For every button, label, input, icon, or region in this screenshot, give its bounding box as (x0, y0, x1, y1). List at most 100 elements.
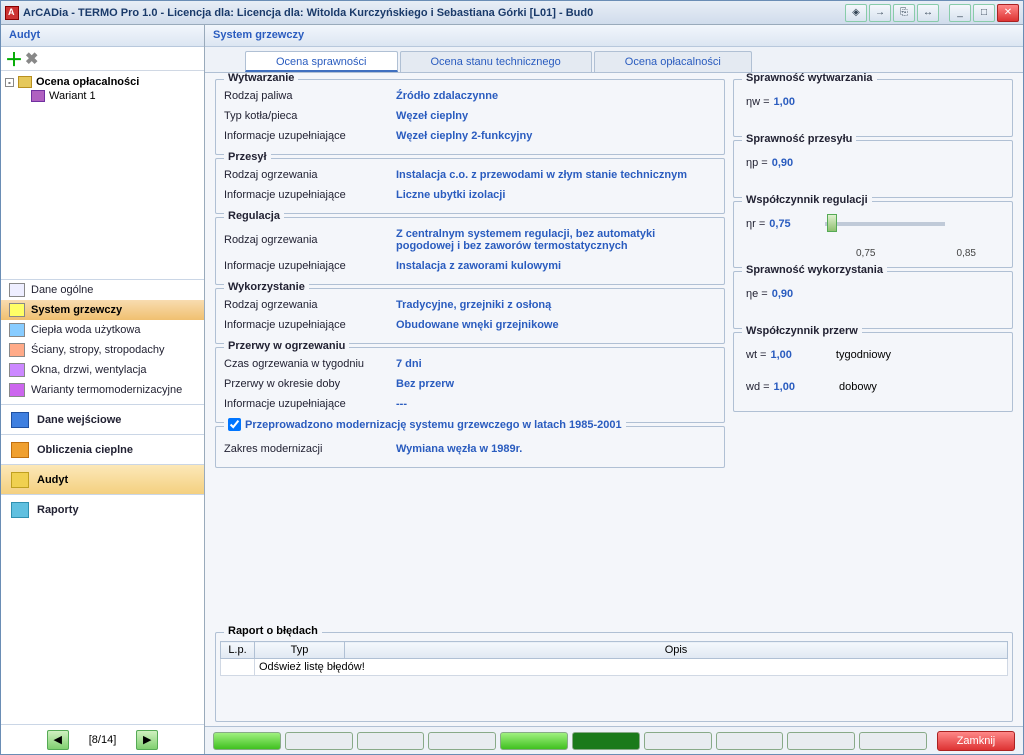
add-icon[interactable]: ＋ (5, 46, 23, 72)
val-przerwy-doba[interactable]: Bez przerw (396, 378, 716, 390)
status-seg-9[interactable] (787, 732, 855, 750)
right-header: System grzewczy (205, 25, 1023, 47)
val-rodzaj-paliwa[interactable]: Źródło zdalaczynne (396, 90, 716, 102)
group-eff-prz: Współczynnik przerw wt =1,00tygodniowy w… (733, 332, 1013, 412)
val-rodzaj-reg[interactable]: Z centralnym systemem regulacji, bez aut… (396, 228, 716, 252)
group-eff-wytw: Sprawność wytwarzania ηw =1,00 (733, 79, 1013, 137)
error-msg: Odśwież listę błędów! (255, 659, 1008, 676)
minimize-button[interactable]: _ (949, 4, 971, 22)
group-wytwarzanie: Wytwarzanie Rodzaj paliwaŹródło zdalaczy… (215, 79, 725, 155)
error-panel: Raport o błędach L.p. Typ Opis Odśwież l… (215, 632, 1013, 722)
val-info-wyk[interactable]: Obudowane wnęki grzejnikowe (396, 319, 716, 331)
nav-sciany[interactable]: Ściany, stropy, stropodachy (1, 340, 204, 360)
variant-icon (31, 90, 45, 102)
collapse-icon[interactable]: - (5, 78, 14, 87)
tab-ocena-stanu[interactable]: Ocena stanu technicznego (400, 51, 592, 72)
status-seg-2[interactable] (285, 732, 353, 750)
zamknij-button[interactable]: Zamknij (937, 731, 1015, 751)
legend-modern: Przeprowadzono modernizację systemu grze… (245, 419, 622, 431)
nav-warianty[interactable]: Warianty termomodernizacyjne (1, 380, 204, 400)
group-przerwy: Przerwy w ogrzewaniu Czas ogrzewania w t… (215, 347, 725, 423)
tree-root[interactable]: - Ocena opłacalności (5, 75, 200, 89)
left-panel: Audyt ＋ ✖ - Ocena opłacalności Wariant 1… (1, 25, 205, 754)
page-indicator: [8/14] (89, 734, 117, 746)
val-info-reg[interactable]: Instalacja z zaworami kulowymi (396, 260, 716, 272)
group-regulacja: Regulacja Rodzaj ogrzewaniaZ centralnym … (215, 217, 725, 285)
checkbox-modernizacja[interactable] (228, 418, 241, 431)
val-info-przesyl[interactable]: Liczne ubytki izolacji (396, 189, 716, 201)
tab-ocena-sprawnosci[interactable]: Ocena sprawności (245, 51, 398, 72)
maximize-button[interactable]: □ (973, 4, 995, 22)
val-eta-w[interactable]: 1,00 (774, 96, 795, 108)
val-wd[interactable]: 1,00 (774, 381, 795, 393)
titlebar-btn-4[interactable]: ↔ (917, 4, 939, 22)
col-lp[interactable]: L.p. (221, 642, 255, 659)
tree-item-wariant1[interactable]: Wariant 1 (5, 89, 200, 103)
nav-small-list: Dane ogólne System grzewczy Ciepła woda … (1, 279, 204, 400)
group-modernizacja: Przeprowadzono modernizację systemu grze… (215, 426, 725, 468)
val-czas-ogrz[interactable]: 7 dni (396, 358, 716, 370)
val-typ-kotla[interactable]: Węzeł cieplny (396, 110, 716, 122)
status-seg-6[interactable] (572, 732, 640, 750)
status-seg-4[interactable] (428, 732, 496, 750)
legend-wykorzystanie: Wykorzystanie (224, 281, 309, 293)
titlebar-btn-2[interactable]: → (869, 4, 891, 22)
status-seg-5[interactable] (500, 732, 568, 750)
status-seg-10[interactable] (859, 732, 927, 750)
titlebar-text: ArCADia - TERMO Pro 1.0 - Licencja dla: … (23, 7, 845, 19)
legend-wytwarzanie: Wytwarzanie (224, 73, 298, 84)
val-eta-p[interactable]: 0,90 (772, 157, 793, 169)
slider-eta-r[interactable] (825, 222, 945, 226)
titlebar: ArCADia - TERMO Pro 1.0 - Licencja dla: … (1, 1, 1023, 25)
tab-ocena-oplacalnosci[interactable]: Ocena opłacalności (594, 51, 752, 72)
tree-root-label: Ocena opłacalności (36, 76, 139, 88)
val-zakres-modern[interactable]: Wymiana węzła w 1989r. (396, 443, 716, 455)
legend-regulacja: Regulacja (224, 210, 284, 222)
slider-thumb[interactable] (827, 214, 837, 232)
delete-icon[interactable]: ✖ (25, 49, 38, 69)
val-rodzaj-przesyl[interactable]: Instalacja c.o. z przewodami w złym stan… (396, 169, 716, 181)
titlebar-buttons: ◈ → ⎘ ↔ _ □ ✕ (845, 4, 1019, 22)
titlebar-btn-3[interactable]: ⎘ (893, 4, 915, 22)
val-wt[interactable]: 1,00 (770, 349, 791, 361)
next-button[interactable]: ▶ (136, 730, 158, 750)
nav-audyt[interactable]: Audyt (1, 464, 204, 494)
app-window: ArCADia - TERMO Pro 1.0 - Licencja dla: … (0, 0, 1024, 755)
group-eff-reg: Współczynnik regulacji ηr =0,75 0,750,85 (733, 201, 1013, 268)
val-eta-e[interactable]: 0,90 (772, 288, 793, 300)
nav-raporty[interactable]: Raporty (1, 494, 204, 524)
nav-okna[interactable]: Okna, drzwi, wentylacja (1, 360, 204, 380)
nav-dane-wejsciowe[interactable]: Dane wejściowe (1, 404, 204, 434)
right-panel: System grzewczy Ocena sprawności Ocena s… (205, 25, 1023, 754)
titlebar-btn-1[interactable]: ◈ (845, 4, 867, 22)
status-seg-3[interactable] (357, 732, 425, 750)
nav-obliczenia[interactable]: Obliczenia cieplne (1, 434, 204, 464)
val-info-przerwy[interactable]: --- (396, 398, 716, 410)
val-eta-r[interactable]: 0,75 (769, 218, 790, 230)
nav-system-grzewczy[interactable]: System grzewczy (1, 300, 204, 320)
nav-dane-ogolne[interactable]: Dane ogólne (1, 280, 204, 300)
val-rodzaj-wyk[interactable]: Tradycyjne, grzejniki z osłoną (396, 299, 716, 311)
val-info-wytw[interactable]: Węzeł cieplny 2-funkcyjny (396, 130, 716, 142)
tree-child-label: Wariant 1 (49, 90, 96, 102)
nav-cwu[interactable]: Ciepła woda użytkowa (1, 320, 204, 340)
tree: - Ocena opłacalności Wariant 1 (1, 71, 204, 279)
statusbar: Zamknij (205, 726, 1023, 754)
group-eff-wyk: Sprawność wykorzystania ηe =0,90 (733, 271, 1013, 329)
left-header: Audyt (1, 25, 204, 47)
table-row[interactable]: Odśwież listę błędów! (221, 659, 1008, 676)
col-opis[interactable]: Opis (345, 642, 1008, 659)
legend-przerwy: Przerwy w ogrzewaniu (224, 340, 349, 352)
status-seg-8[interactable] (716, 732, 784, 750)
col-typ[interactable]: Typ (255, 642, 345, 659)
group-przesyl: Przesył Rodzaj ogrzewaniaInstalacja c.o.… (215, 158, 725, 214)
status-seg-7[interactable] (644, 732, 712, 750)
status-seg-1[interactable] (213, 732, 281, 750)
content-area: Wytwarzanie Rodzaj paliwaŹródło zdalaczy… (205, 73, 1023, 628)
prev-button[interactable]: ◀ (47, 730, 69, 750)
folder-icon (18, 76, 32, 88)
close-button[interactable]: ✕ (997, 4, 1019, 22)
pager: ◀ [8/14] ▶ (1, 724, 204, 754)
error-table: L.p. Typ Opis Odśwież listę błędów! (220, 641, 1008, 676)
app-icon (5, 6, 19, 20)
